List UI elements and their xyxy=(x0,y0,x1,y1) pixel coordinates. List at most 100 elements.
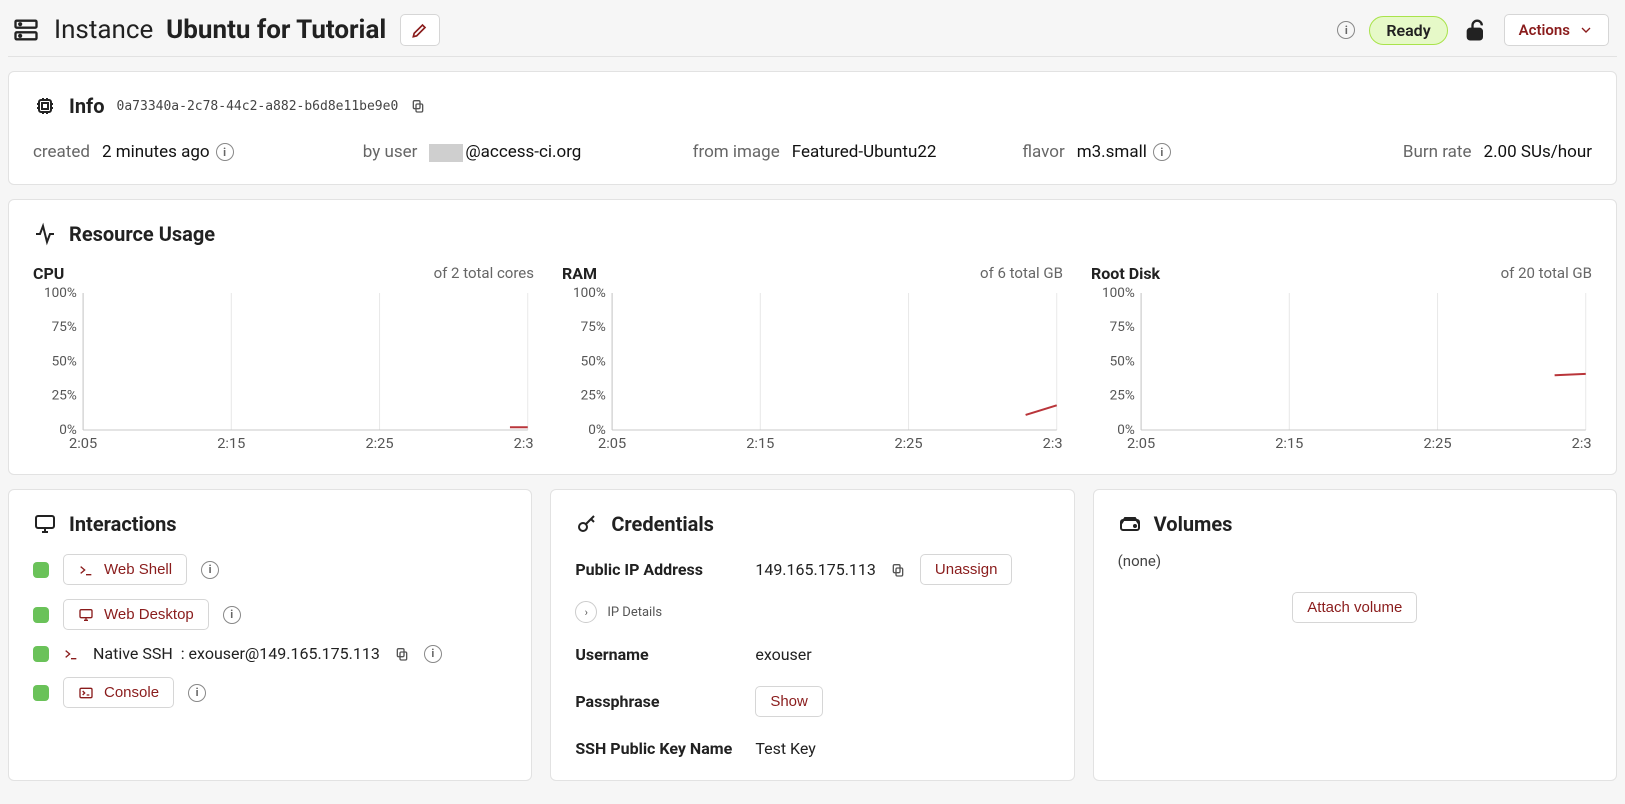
interactions-title: Interactions xyxy=(69,512,177,536)
chart-sub: of 2 total cores xyxy=(434,264,534,283)
ip-value: 149.165.175.113 xyxy=(755,560,876,579)
volumes-card: Volumes (none) Attach volume xyxy=(1093,489,1617,781)
chart-root-disk: Root Disk of 20 total GB 100%75%50%25%0%… xyxy=(1091,264,1592,452)
info-icon[interactable]: i xyxy=(1337,21,1355,39)
show-passphrase-button[interactable]: Show xyxy=(755,686,823,717)
svg-text:100%: 100% xyxy=(1102,287,1135,301)
burn-rate-field: Burn rate 2.00 SUs/hour xyxy=(1403,142,1592,162)
svg-text:2:15: 2:15 xyxy=(217,436,245,452)
image-field: from image Featured-Ubuntu22 xyxy=(693,142,1023,162)
svg-text:25%: 25% xyxy=(1110,389,1135,404)
passphrase-label: Passphrase xyxy=(575,692,755,711)
status-dot xyxy=(33,607,49,623)
unlock-icon[interactable] xyxy=(1462,16,1490,44)
credentials-card: Credentials Public IP Address 149.165.17… xyxy=(550,489,1074,781)
info-title: Info xyxy=(69,94,105,118)
interaction-row: Console i xyxy=(33,677,507,708)
copy-id-icon[interactable] xyxy=(410,98,426,114)
monitor-icon xyxy=(33,512,57,536)
chart-name: Root Disk xyxy=(1091,264,1160,283)
copy-ip-icon[interactable] xyxy=(890,562,906,578)
credentials-title: Credentials xyxy=(611,512,714,536)
svg-text:75%: 75% xyxy=(581,320,606,335)
svg-text:50%: 50% xyxy=(1110,355,1135,370)
page-header: Instance Ubuntu for Tutorial i Ready Act… xyxy=(8,8,1617,57)
username-label: Username xyxy=(575,645,755,664)
sshkey-value: Test Key xyxy=(755,739,1049,758)
svg-text:25%: 25% xyxy=(581,389,606,404)
info-icon[interactable]: i xyxy=(223,606,241,624)
status-dot xyxy=(33,646,49,662)
interaction-web-desktop-button[interactable]: Web Desktop xyxy=(63,599,209,630)
svg-text:100%: 100% xyxy=(44,287,77,301)
chart-name: CPU xyxy=(33,264,64,283)
svg-text:2:35: 2:35 xyxy=(514,436,534,452)
web-shell-icon xyxy=(78,562,94,578)
chart-sub: of 20 total GB xyxy=(1501,264,1592,283)
chevron-down-icon xyxy=(1578,22,1594,38)
copy-ssh-icon[interactable] xyxy=(394,646,410,662)
page-title: Instance Ubuntu for Tutorial xyxy=(54,15,386,45)
interaction-row: Web Desktop i xyxy=(33,599,507,630)
disk-icon xyxy=(1118,512,1142,536)
info-icon[interactable]: i xyxy=(1153,143,1171,161)
svg-text:2:35: 2:35 xyxy=(1572,436,1592,452)
console-icon xyxy=(78,685,94,701)
svg-text:50%: 50% xyxy=(52,355,77,370)
actions-menu-button[interactable]: Actions xyxy=(1504,14,1609,46)
ip-label: Public IP Address xyxy=(575,560,755,579)
svg-text:25%: 25% xyxy=(52,389,77,404)
activity-icon xyxy=(33,222,57,246)
status-dot xyxy=(33,562,49,578)
sshkey-label: SSH Public Key Name xyxy=(575,739,755,758)
instance-icon xyxy=(12,16,40,44)
username-redacted xyxy=(429,144,463,162)
volumes-title: Volumes xyxy=(1154,512,1233,536)
instance-id: 0a73340a-2c78-44c2-a882-b6d8e11be9e0 xyxy=(117,99,399,114)
info-icon[interactable]: i xyxy=(188,684,206,702)
status-dot xyxy=(33,685,49,701)
info-icon[interactable]: i xyxy=(424,645,442,663)
svg-text:2:35: 2:35 xyxy=(1043,436,1063,452)
chart-ram: RAM of 6 total GB 100%75%50%25%0%2:052:1… xyxy=(562,264,1063,452)
user-field: by user @access-ci.org xyxy=(363,142,693,162)
native-ssh-line: Native SSH : exouser@149.165.175.113 xyxy=(93,644,380,663)
resource-usage-card: Resource Usage CPU of 2 total cores 100%… xyxy=(8,199,1617,475)
svg-text:2:25: 2:25 xyxy=(894,436,922,452)
interactions-card: Interactions Web Shell i Web Desktop i N… xyxy=(8,489,532,781)
chart-name: RAM xyxy=(562,264,597,283)
attach-volume-button[interactable]: Attach volume xyxy=(1292,592,1417,623)
usage-title: Resource Usage xyxy=(69,222,215,246)
status-badge: Ready xyxy=(1369,16,1447,45)
svg-text:50%: 50% xyxy=(581,355,606,370)
svg-text:2:05: 2:05 xyxy=(598,436,626,452)
svg-text:2:25: 2:25 xyxy=(365,436,393,452)
interaction-row: Native SSH : exouser@149.165.175.113 i xyxy=(33,644,507,663)
key-icon xyxy=(575,512,599,536)
volumes-empty: (none) xyxy=(1118,552,1592,570)
username-value: exouser xyxy=(755,645,1049,664)
instance-name: Ubuntu for Tutorial xyxy=(166,15,386,45)
flavor-field: flavor m3.small i xyxy=(1022,142,1292,162)
unassign-ip-button[interactable]: Unassign xyxy=(920,554,1013,585)
svg-text:75%: 75% xyxy=(52,320,77,335)
chart-cpu: CPU of 2 total cores 100%75%50%25%0%2:05… xyxy=(33,264,534,452)
svg-text:2:05: 2:05 xyxy=(1127,436,1155,452)
terminal-icon xyxy=(63,646,79,662)
svg-text:75%: 75% xyxy=(1110,320,1135,335)
created-field: created 2 minutes ago i xyxy=(33,142,363,162)
interaction-row: Web Shell i xyxy=(33,554,507,585)
web-desktop-icon xyxy=(78,607,94,623)
svg-text:2:15: 2:15 xyxy=(746,436,774,452)
edit-name-button[interactable] xyxy=(400,14,440,46)
chart-sub: of 6 total GB xyxy=(980,264,1063,283)
interaction-console-button[interactable]: Console xyxy=(63,677,174,708)
svg-text:2:15: 2:15 xyxy=(1275,436,1303,452)
info-icon[interactable]: i xyxy=(216,143,234,161)
ip-details-toggle[interactable]: › IP Details xyxy=(575,601,1049,623)
svg-text:2:05: 2:05 xyxy=(69,436,97,452)
cpu-chip-icon xyxy=(33,94,57,118)
svg-text:2:25: 2:25 xyxy=(1423,436,1451,452)
info-icon[interactable]: i xyxy=(201,561,219,579)
interaction-web-shell-button[interactable]: Web Shell xyxy=(63,554,187,585)
